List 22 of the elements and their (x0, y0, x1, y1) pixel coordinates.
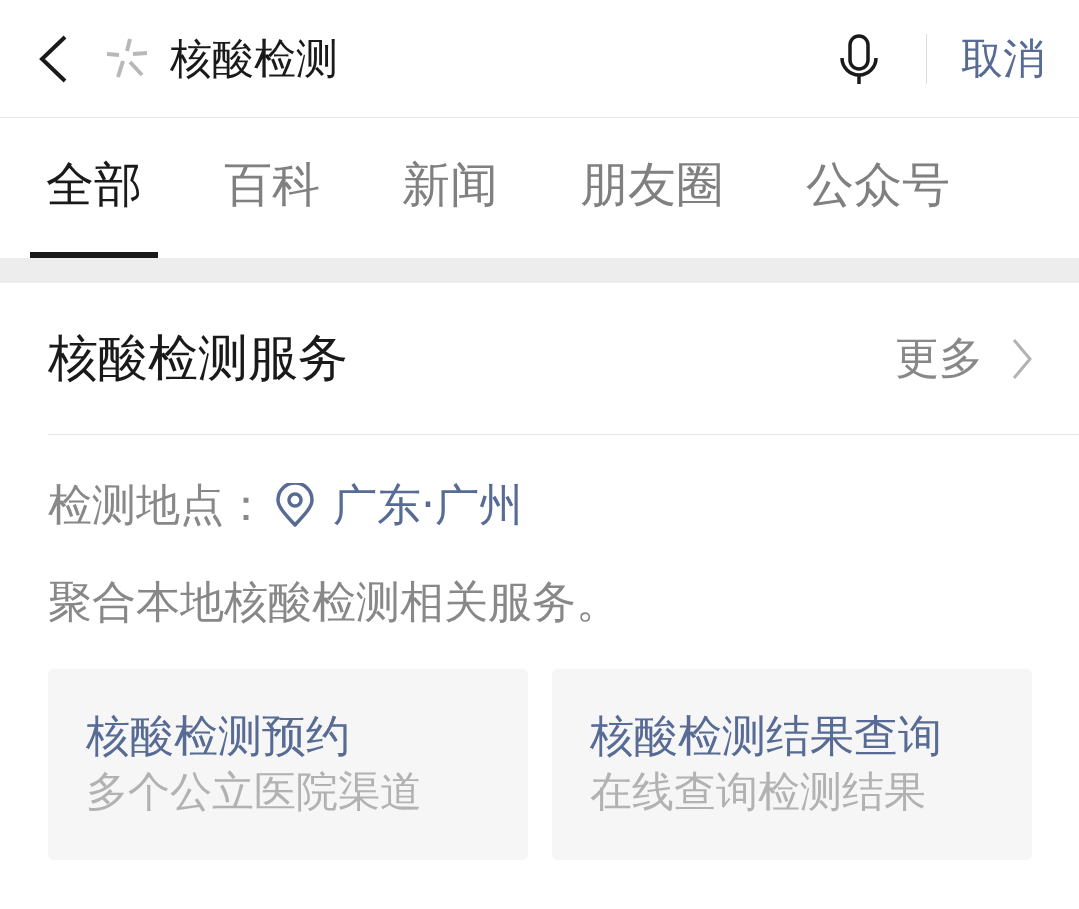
location-link[interactable]: 广东·广州 (333, 475, 523, 535)
tab[interactable]: 朋友圈 (564, 118, 740, 258)
chevron-right-icon (1012, 337, 1032, 380)
back-icon[interactable] (38, 34, 68, 83)
microphone-icon[interactable] (840, 33, 878, 84)
card-subtitle: 在线查询检测结果 (590, 766, 926, 818)
spinner-icon (106, 37, 148, 80)
location-label: 检测地点： (48, 477, 268, 532)
cancel-button[interactable]: 取消 (961, 28, 1045, 89)
tab[interactable]: 新闻 (386, 118, 514, 258)
service-card[interactable]: 核酸检测预约 多个公立医院渠道 (48, 669, 528, 860)
description-text: 聚合本地核酸检测相关服务。 (48, 580, 620, 624)
tab[interactable]: 百科 (208, 118, 336, 258)
tab[interactable]: 公众号 (790, 118, 966, 258)
service-card[interactable]: 核酸检测结果查询 在线查询检测结果 (552, 669, 1032, 860)
card-title: 核酸检测预约 (86, 710, 350, 762)
section-title: 核酸检测服务 (48, 328, 348, 389)
more-link[interactable]: 更多 (895, 329, 1032, 388)
search-field[interactable]: 核酸检测 (170, 28, 840, 89)
card-title: 核酸检测结果查询 (590, 710, 942, 762)
location-pin-icon (276, 483, 314, 527)
card-subtitle: 多个公立医院渠道 (86, 766, 422, 818)
